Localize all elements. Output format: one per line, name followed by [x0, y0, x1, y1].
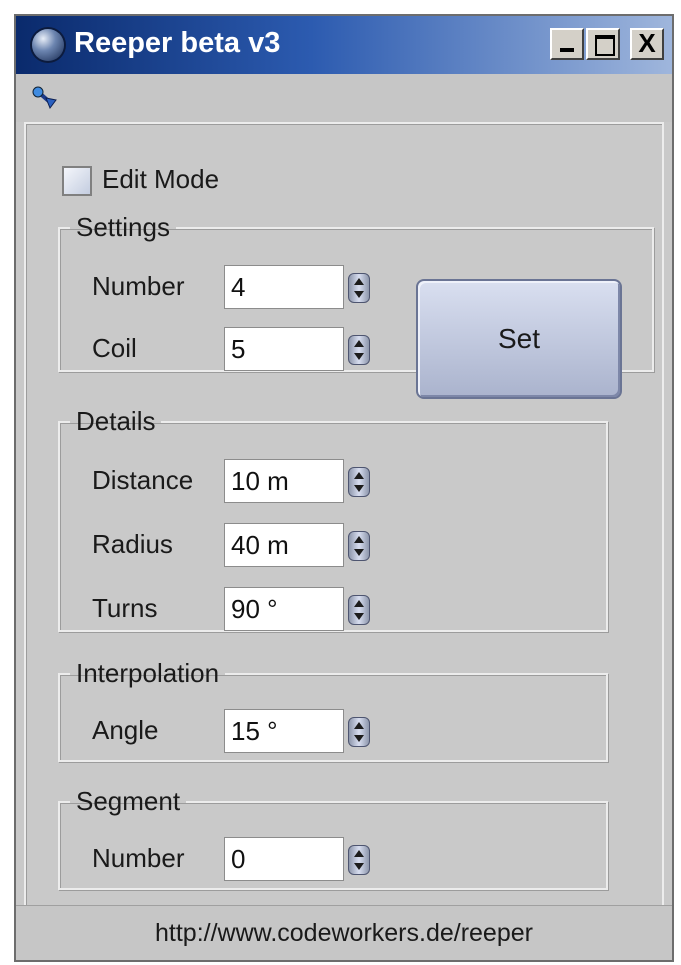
distance-input[interactable]: 10 m [224, 459, 344, 503]
distance-label: Distance [92, 465, 194, 495]
turns-input[interactable]: 90 ° [224, 587, 344, 631]
maximize-icon [595, 35, 615, 56]
radius-spinner[interactable] [348, 531, 370, 561]
segment-number-label: Number [92, 843, 185, 873]
turns-label: Turns [92, 593, 158, 623]
coil-spinner[interactable] [348, 335, 370, 365]
coil-label: Coil [92, 333, 137, 363]
interpolation-group-title: Interpolation [76, 658, 220, 688]
details-group-title: Details [76, 406, 156, 436]
number-spinner[interactable] [348, 273, 370, 303]
angle-label: Angle [92, 715, 159, 745]
edit-mode-label: Edit Mode [102, 164, 220, 194]
close-button[interactable]: X [630, 28, 664, 60]
menu-bar [16, 74, 672, 122]
settings-group-title: Settings [76, 212, 170, 242]
maximize-button[interactable] [586, 28, 620, 60]
edit-mode-checkbox[interactable] [62, 166, 92, 196]
title-bar[interactable]: Reeper beta v3 X [16, 16, 672, 74]
number-input[interactable]: 4 [224, 265, 344, 309]
window-title: Reeper beta v3 [74, 27, 281, 59]
sphere-icon[interactable] [32, 29, 64, 61]
pin-icon[interactable] [32, 86, 60, 110]
main-panel: Edit Mode Settings Number 4 Coil 5 Set D… [24, 122, 664, 908]
segment-group-title: Segment [76, 786, 181, 816]
set-button[interactable]: Set [416, 279, 622, 399]
segment-group: Segment Number 0 [58, 786, 608, 890]
turns-spinner[interactable] [348, 595, 370, 625]
settings-group: Settings Number 4 Coil 5 Set [58, 212, 654, 399]
angle-spinner[interactable] [348, 717, 370, 747]
footer-url[interactable]: http://www.codeworkers.de/reeper [16, 905, 672, 960]
distance-spinner[interactable] [348, 467, 370, 497]
close-icon: X [638, 28, 656, 58]
angle-input[interactable]: 15 ° [224, 709, 344, 753]
minimize-icon [560, 48, 574, 52]
segment-number-input[interactable]: 0 [224, 837, 344, 881]
coil-input[interactable]: 5 [224, 327, 344, 371]
segment-number-spinner[interactable] [348, 845, 370, 875]
minimize-button[interactable] [550, 28, 584, 60]
radius-input[interactable]: 40 m [224, 523, 344, 567]
radius-label: Radius [92, 529, 173, 559]
interpolation-group: Interpolation Angle 15 ° [58, 658, 608, 762]
number-label: Number [92, 271, 185, 301]
reeper-window: Reeper beta v3 X Edit Mode Settings Numb… [14, 14, 674, 962]
details-group: Details Distance 10 m Radius 40 m Turns … [58, 406, 608, 632]
